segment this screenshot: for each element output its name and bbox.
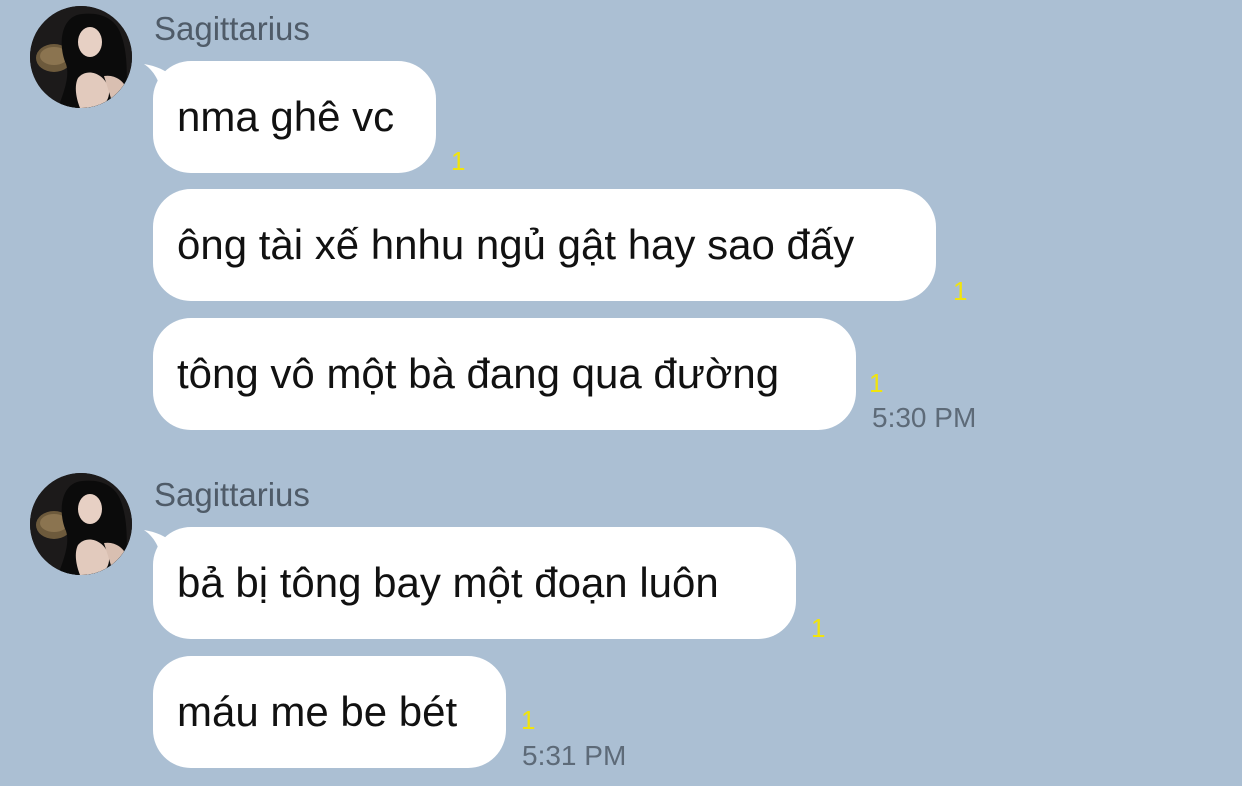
sender-avatar[interactable] [30, 473, 132, 575]
read-receipt: 1 [869, 368, 884, 398]
sender-name: Sagittarius [154, 10, 310, 47]
message-bubble[interactable]: nma ghê vc [153, 61, 436, 173]
read-receipt: 1 [811, 613, 826, 643]
avatar-photo-icon [30, 473, 132, 575]
message-bubble[interactable]: bả bị tông bay một đoạn luôn [153, 527, 796, 639]
avatar-photo-icon [30, 6, 132, 108]
sender-avatar[interactable] [30, 6, 132, 108]
message-bubble[interactable]: máu me be bét [153, 656, 506, 768]
message-timestamp: 5:31 PM [522, 740, 627, 771]
sender-name: Sagittarius [154, 476, 310, 513]
message-bubble[interactable]: ông tài xế hnhu ngủ gật hay sao đấy [153, 189, 936, 301]
read-receipt: 1 [521, 705, 536, 735]
message-timestamp: 5:30 PM [872, 402, 977, 433]
read-receipt: 1 [953, 276, 968, 306]
message-bubble[interactable]: tông vô một bà đang qua đường [153, 318, 856, 430]
read-receipt: 1 [451, 146, 466, 176]
